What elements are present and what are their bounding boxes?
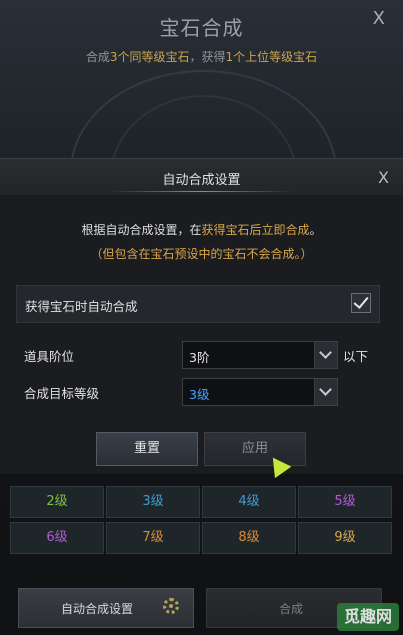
auto-synthesis-label: 获得宝石时自动合成 — [25, 299, 138, 314]
target-level-value: 3级 — [189, 387, 210, 402]
target-level-select[interactable]: 3级 — [182, 378, 338, 406]
grade-cell[interactable]: 2级 — [10, 486, 104, 518]
checkmark-icon — [353, 293, 369, 309]
watermark-logo: 觅趣网 — [337, 603, 399, 631]
background-close-icon[interactable]: X — [373, 8, 385, 29]
modal-close-icon[interactable]: X — [378, 168, 389, 187]
synthesize-label: 合成 — [279, 602, 304, 616]
auto-synthesis-settings-label: 自动合成设置 — [61, 602, 134, 616]
target-level-dropdown-button[interactable] — [314, 379, 337, 405]
item-tier-select[interactable]: 3阶 — [182, 341, 338, 369]
item-tier-value: 3阶 — [189, 350, 210, 365]
auto-synthesis-toggle-row[interactable]: 获得宝石时自动合成 — [16, 285, 380, 323]
background-title: 宝石合成 — [159, 16, 244, 40]
grade-cell[interactable]: 4级 — [202, 486, 296, 518]
notice-exclusion-text: （但包含在宝石预设中的宝石不会合成。） — [90, 247, 313, 261]
background-description: 合成3个同等级宝石，获得1个上位等级宝石 — [85, 50, 318, 64]
grade-grid: 2级 3级 4级 5级 6级 7级 8级 9级 — [10, 486, 392, 554]
grade-cell[interactable]: 8级 — [202, 522, 296, 554]
apply-button[interactable]: 应用 — [204, 432, 306, 466]
auto-synthesis-settings-modal: 自动合成设置 X 根据自动合成设置，在获得宝石后立即合成。 （但包含在宝石预设中… — [0, 158, 403, 474]
chevron-down-icon — [319, 383, 332, 396]
item-tier-suffix: 以下 — [343, 349, 369, 364]
grade-cell[interactable]: 7级 — [106, 522, 200, 554]
target-level-label: 合成目标等级 — [24, 386, 100, 401]
grade-cell[interactable]: 5级 — [298, 486, 392, 518]
item-tier-dropdown-button[interactable] — [314, 342, 337, 368]
item-tier-label: 道具阶位 — [24, 349, 75, 364]
reset-button[interactable]: 重置 — [96, 432, 198, 466]
auto-synthesis-checkbox[interactable] — [351, 293, 371, 313]
notice-text: 根据自动合成设置，在获得宝石后立即合成。 — [81, 223, 322, 237]
chevron-down-icon — [319, 346, 332, 359]
modal-header: 自动合成设置 X — [0, 159, 403, 195]
auto-synthesis-settings-button[interactable]: 自动合成设置 — [18, 588, 194, 628]
grade-cell[interactable]: 6级 — [10, 522, 104, 554]
gear-icon — [163, 598, 179, 614]
title-divider — [110, 191, 293, 192]
modal-title: 自动合成设置 — [162, 173, 241, 188]
grade-cell[interactable]: 9级 — [298, 522, 392, 554]
grade-cell[interactable]: 3级 — [106, 486, 200, 518]
